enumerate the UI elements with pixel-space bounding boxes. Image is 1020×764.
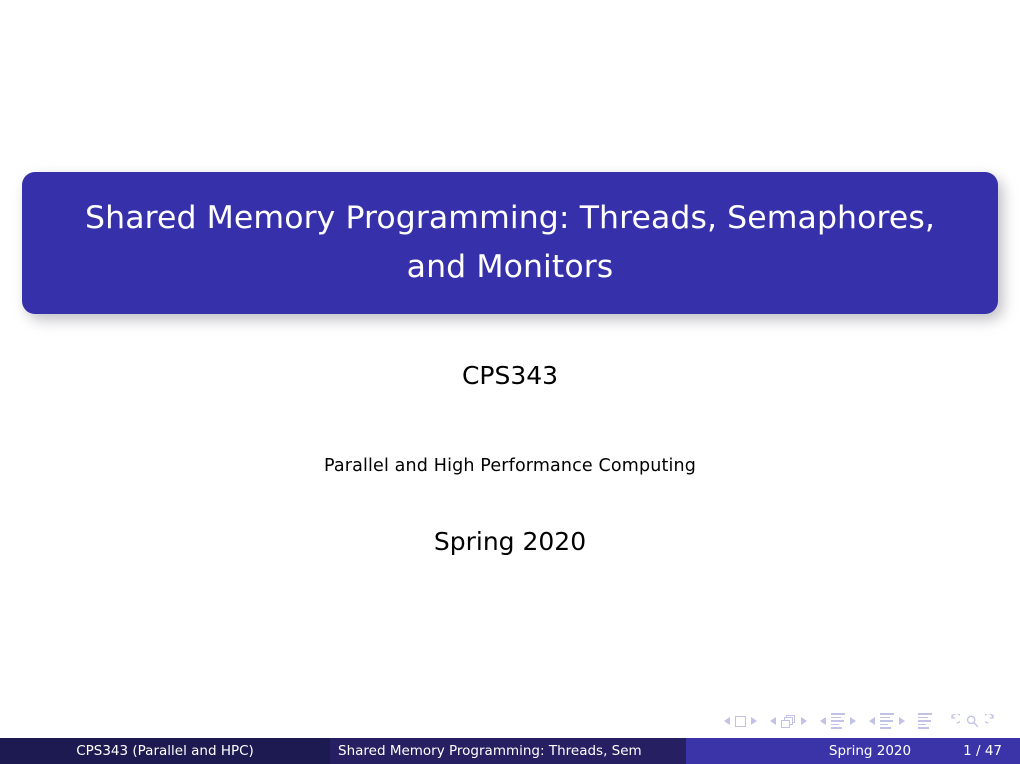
- go-forward-icon[interactable]: [985, 713, 1000, 729]
- footer-date-page: Spring 2020 1 / 47: [686, 738, 1020, 764]
- presentation-slide: Shared Memory Programming: Threads, Sema…: [0, 0, 1020, 764]
- title-block: Shared Memory Programming: Threads, Sema…: [22, 172, 1003, 320]
- document-icon[interactable]: [918, 713, 932, 729]
- slide-current-icon[interactable]: [735, 715, 746, 727]
- slide-next-icon[interactable]: [751, 717, 757, 725]
- course-subject: Parallel and High Performance Computing: [324, 456, 696, 476]
- footer-page-number: 1 / 47: [963, 743, 1002, 759]
- footer-author: CPS343 (Parallel and HPC): [0, 738, 330, 764]
- page-title: Shared Memory Programming: Threads, Sema…: [85, 200, 935, 285]
- section-current-icon[interactable]: [880, 713, 894, 729]
- slide-navigation-group[interactable]: [724, 715, 757, 727]
- frame-next-icon[interactable]: [801, 717, 807, 725]
- frames-stack-icon[interactable]: [781, 714, 796, 728]
- section-navigation-group[interactable]: [869, 713, 905, 729]
- footer-short-title: Shared Memory Programming: Threads, Sem: [330, 738, 686, 764]
- slide-footer: CPS343 (Parallel and HPC) Shared Memory …: [0, 738, 1020, 764]
- course-term: Spring 2020: [433, 527, 587, 556]
- subsection-current-icon[interactable]: [831, 713, 845, 729]
- course-code: CPS343: [461, 361, 559, 390]
- frame-navigation-group[interactable]: [770, 714, 807, 728]
- beamer-navigation-symbols[interactable]: [724, 709, 1000, 733]
- section-previous-icon[interactable]: [869, 717, 875, 725]
- frame-previous-icon[interactable]: [770, 717, 776, 725]
- slide-previous-icon[interactable]: [724, 717, 730, 725]
- go-back-icon[interactable]: [945, 713, 960, 729]
- subsection-navigation-group[interactable]: [820, 713, 856, 729]
- subsection-previous-icon[interactable]: [820, 717, 826, 725]
- search-icon[interactable]: [965, 714, 980, 729]
- footer-date: Spring 2020: [828, 743, 912, 759]
- subsection-next-icon[interactable]: [850, 717, 856, 725]
- title-banner: Shared Memory Programming: Threads, Sema…: [22, 172, 998, 314]
- section-next-icon[interactable]: [899, 717, 905, 725]
- document-navigation-group[interactable]: [918, 713, 932, 729]
- title-metadata: CPS343 Parallel and High Performance Com…: [0, 360, 1020, 558]
- history-navigation-group[interactable]: [945, 713, 1000, 729]
